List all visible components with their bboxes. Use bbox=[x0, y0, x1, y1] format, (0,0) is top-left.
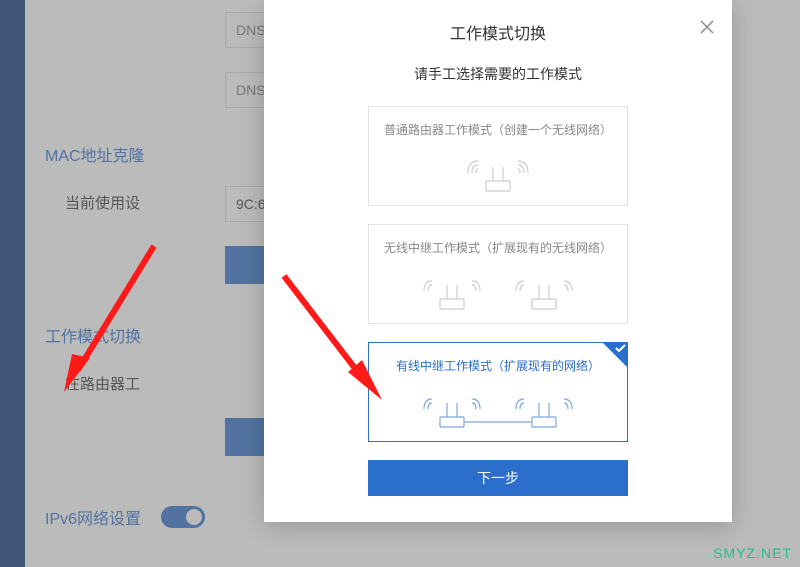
close-icon[interactable] bbox=[696, 16, 718, 38]
mode-option-wireless-label: 无线中继工作模式（扩展现有的无线网络） bbox=[369, 239, 627, 256]
modal-subtitle: 请手工选择需要的工作模式 bbox=[264, 64, 732, 84]
mode-option-wireless-relay[interactable]: 无线中继工作模式（扩展现有的无线网络） bbox=[368, 224, 628, 324]
selected-check-icon bbox=[602, 342, 628, 368]
two-router-icon bbox=[369, 264, 627, 318]
work-mode-modal: 工作模式切换 请手工选择需要的工作模式 普通路由器工作模式（创建一个无线网络） … bbox=[264, 0, 732, 522]
mode-option-wired-label: 有线中继工作模式（扩展现有的网络） bbox=[369, 357, 627, 374]
mode-option-wired-relay[interactable]: 有线中继工作模式（扩展现有的网络） bbox=[368, 342, 628, 442]
modal-title: 工作模式切换 bbox=[450, 26, 546, 43]
two-router-wired-icon bbox=[369, 382, 627, 436]
mode-option-normal-label: 普通路由器工作模式（创建一个无线网络） bbox=[369, 121, 627, 138]
watermark: SMYZ.NET bbox=[713, 545, 792, 561]
next-step-button[interactable]: 下一步 bbox=[368, 460, 628, 496]
mode-option-normal[interactable]: 普通路由器工作模式（创建一个无线网络） bbox=[368, 106, 628, 206]
router-icon bbox=[369, 146, 627, 200]
